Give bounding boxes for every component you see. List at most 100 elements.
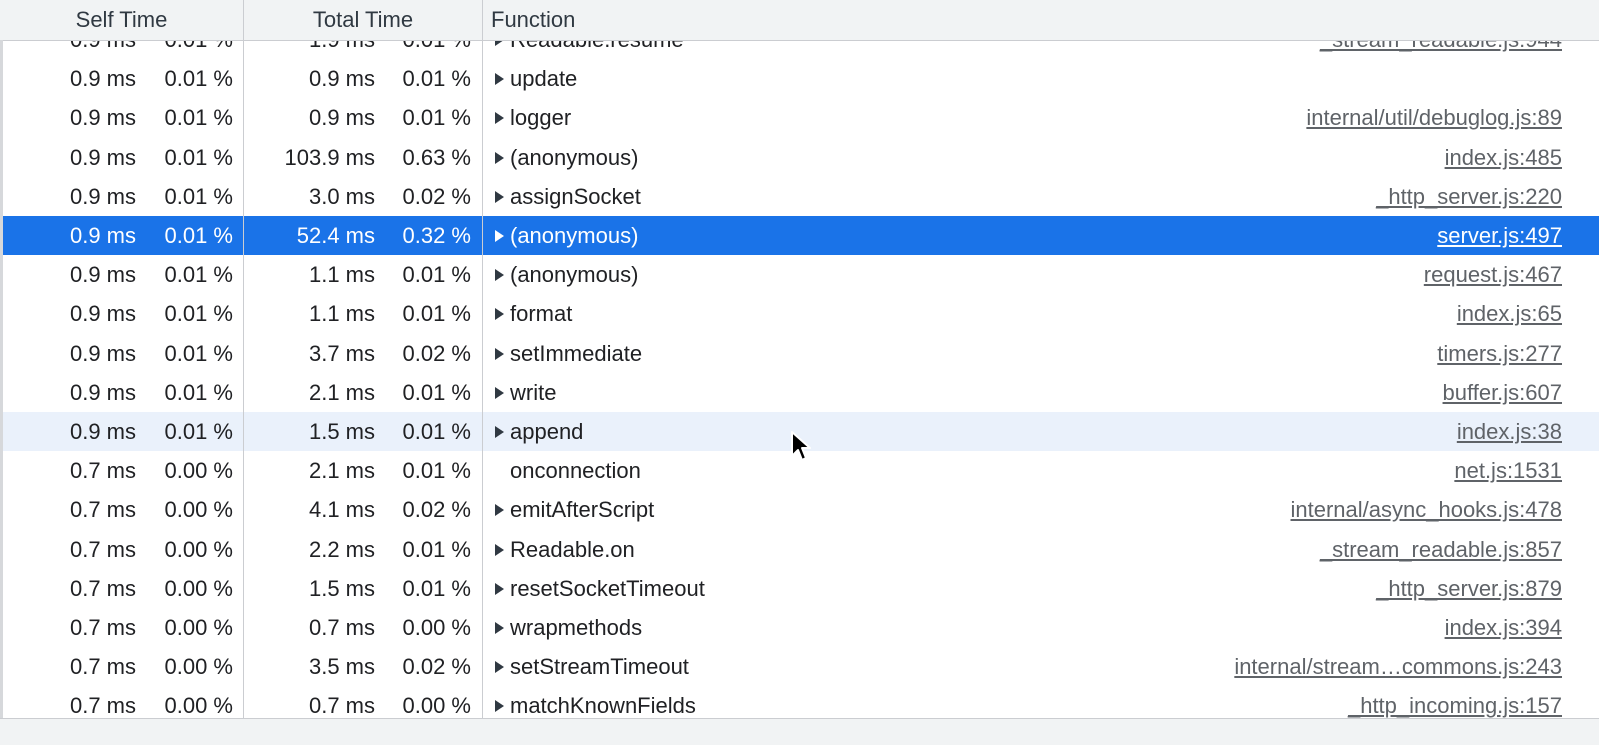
total-time-percent: 0.02 %	[402, 497, 472, 523]
triangle-right-icon[interactable]	[495, 661, 504, 674]
column-divider-total-function[interactable]	[482, 0, 483, 718]
triangle-right-icon[interactable]	[495, 582, 504, 595]
self-time-percent: 0.00 %	[164, 458, 234, 484]
source-link[interactable]: _stream_readable.js:857	[1320, 530, 1562, 569]
self-time-value: 0.9 ms	[69, 301, 136, 327]
self-time-percent: 0.01 %	[164, 105, 234, 131]
column-header-self-time[interactable]: Self Time	[0, 0, 243, 40]
self-time-percent: 0.01 %	[164, 301, 234, 327]
source-link[interactable]: index.js:38	[1457, 412, 1562, 451]
table-row[interactable]: 0.9 ms 0.01 % 3.0 ms 0.02 % assignSocket _htt…	[0, 177, 1599, 216]
triangle-right-icon[interactable]	[495, 700, 504, 713]
source-link[interactable]: buffer.js:607	[1443, 373, 1562, 412]
triangle-right-icon[interactable]	[495, 112, 504, 125]
function-name: (anonymous)	[510, 262, 639, 288]
triangle-right-icon[interactable]	[495, 230, 504, 242]
total-time-value: 52.4 ms	[296, 223, 375, 248]
function-name: wrapmethods	[510, 615, 643, 640]
function-name: matchKnownFields	[510, 693, 696, 718]
source-link[interactable]: index.js:485	[1445, 138, 1562, 177]
triangle-right-icon[interactable]	[495, 190, 504, 203]
self-time-percent: 0.01 %	[164, 144, 234, 170]
total-time-percent: 0.01 %	[402, 379, 472, 405]
function-name: Readable.on	[510, 536, 635, 562]
table-row-selected[interactable]: 0.9 ms 0.01 % 52.4 ms 0.32 % (anonymous) serv…	[0, 216, 1599, 255]
grid-header: Self Time Total Time Function	[0, 0, 1599, 41]
function-name: resetSocketTimeout	[510, 575, 705, 601]
total-time-percent: 0.01 %	[402, 301, 472, 327]
table-row[interactable]: 0.7 ms 0.00 % 2.2 ms 0.01 % Readable.on _stre…	[0, 530, 1599, 569]
total-time-percent: 0.00 %	[402, 615, 472, 640]
total-time-percent: 0.01 %	[402, 458, 472, 484]
table-row[interactable]: 0.9 ms 0.01 % 1.1 ms 0.01 % format index.js:6…	[0, 294, 1599, 333]
table-row[interactable]: 0.9 ms 0.01 % 2.1 ms 0.01 % write buffer.js:6…	[0, 373, 1599, 412]
function-name: onconnection	[510, 458, 641, 484]
source-link[interactable]: internal/util/debuglog.js:89	[1306, 98, 1562, 137]
table-row[interactable]: 0.9 ms 0.01 % 3.7 ms 0.02 % setImmediate time…	[0, 334, 1599, 373]
self-time-percent: 0.01 %	[164, 379, 234, 405]
function-name: (anonymous)	[510, 144, 639, 170]
total-time-percent: 0.01 %	[402, 536, 472, 562]
total-time-percent: 0.01 %	[402, 66, 472, 92]
self-time-percent: 0.00 %	[164, 693, 234, 718]
triangle-right-icon[interactable]	[495, 347, 504, 360]
triangle-right-icon[interactable]	[495, 151, 504, 164]
mouse-pointer-icon	[791, 431, 811, 461]
total-time-percent: 0.01 %	[402, 105, 472, 131]
triangle-right-icon[interactable]	[495, 73, 504, 86]
table-row[interactable]: 0.7 ms 0.00 % 0.7 ms 0.00 % matchKnownFields…	[0, 686, 1599, 718]
self-time-percent: 0.01 %	[164, 340, 234, 366]
column-header-total-time[interactable]: Total Time	[243, 0, 483, 40]
self-time-value: 0.7 ms	[69, 497, 136, 523]
column-header-function[interactable]: Function	[491, 0, 575, 40]
table-row[interactable]: 0.9 ms 0.01 % 1.1 ms 0.01 % (anonymous) reque…	[0, 255, 1599, 294]
self-time-percent: 0.01 %	[164, 419, 234, 444]
table-row[interactable]: 0.7 ms 0.00 % 0.7 ms 0.00 % wrapmethods index…	[0, 608, 1599, 647]
triangle-right-icon[interactable]	[495, 504, 504, 517]
source-link[interactable]: timers.js:277	[1437, 334, 1562, 373]
source-link[interactable]: _http_incoming.js:157	[1348, 686, 1562, 718]
total-time-value: 0.7 ms	[308, 615, 375, 640]
table-row[interactable]: 0.9 ms 0.01 % 103.9 ms 0.63 % (anonymous) ind…	[0, 138, 1599, 177]
triangle-right-icon[interactable]	[495, 386, 504, 399]
total-time-percent: 0.01 %	[402, 262, 472, 288]
table-row[interactable]: 0.7 ms 0.00 % 1.5 ms 0.01 % resetSocketTimeo…	[0, 569, 1599, 608]
table-row[interactable]: 0.7 ms 0.00 % 3.5 ms 0.02 % setStreamTimeout…	[0, 647, 1599, 686]
table-row[interactable]: 0.9 ms 0.01 % 0.9 ms 0.01 % logger internal/u…	[0, 98, 1599, 137]
self-time-percent: 0.01 %	[164, 223, 234, 248]
self-time-value: 0.9 ms	[69, 419, 136, 444]
triangle-right-icon[interactable]	[495, 543, 504, 556]
self-time-value: 0.7 ms	[69, 693, 136, 718]
source-link[interactable]: _http_server.js:220	[1376, 177, 1562, 216]
triangle-right-icon[interactable]	[495, 622, 504, 634]
source-link[interactable]: request.js:467	[1424, 255, 1562, 294]
source-link[interactable]: server.js:497	[1437, 216, 1562, 255]
total-time-percent: 0.32 %	[402, 223, 472, 248]
source-link[interactable]: index.js:394	[1445, 608, 1562, 647]
source-link[interactable]: _http_server.js:879	[1376, 569, 1562, 608]
grid-bottom-bar	[0, 718, 1599, 745]
triangle-right-icon[interactable]	[495, 426, 504, 438]
total-time-value: 2.1 ms	[308, 379, 375, 405]
triangle-right-icon[interactable]	[495, 269, 504, 282]
total-time-percent: 0.02 %	[402, 654, 472, 680]
source-link[interactable]: internal/stream…commons.js:243	[1234, 647, 1562, 686]
column-divider-self-total[interactable]	[243, 0, 244, 718]
self-time-percent: 0.01 %	[164, 183, 234, 209]
self-time-value: 0.9 ms	[69, 223, 136, 248]
self-time-value: 0.9 ms	[69, 105, 136, 131]
total-time-percent: 0.01 %	[402, 575, 472, 601]
total-time-percent: 0.00 %	[402, 693, 472, 718]
self-time-value: 0.9 ms	[69, 340, 136, 366]
total-time-value: 1.1 ms	[308, 262, 375, 288]
table-row[interactable]: 0.9 ms 0.01 % 0.9 ms 0.01 % update	[0, 59, 1599, 98]
function-name: emitAfterScript	[510, 497, 655, 523]
self-time-percent: 0.01 %	[164, 262, 234, 288]
source-link[interactable]: index.js:65	[1457, 294, 1562, 333]
total-time-value: 103.9 ms	[284, 144, 376, 170]
triangle-right-icon[interactable]	[495, 308, 504, 321]
source-link[interactable]: internal/async_hooks.js:478	[1291, 490, 1563, 529]
profile-rows: 0.9 ms0.01 %1.9 ms0.01 %Readable.resume_…	[0, 0, 1599, 718]
table-row[interactable]: 0.7 ms 0.00 % 4.1 ms 0.02 % emitAfterScript i…	[0, 490, 1599, 529]
source-link[interactable]: net.js:1531	[1454, 451, 1562, 490]
